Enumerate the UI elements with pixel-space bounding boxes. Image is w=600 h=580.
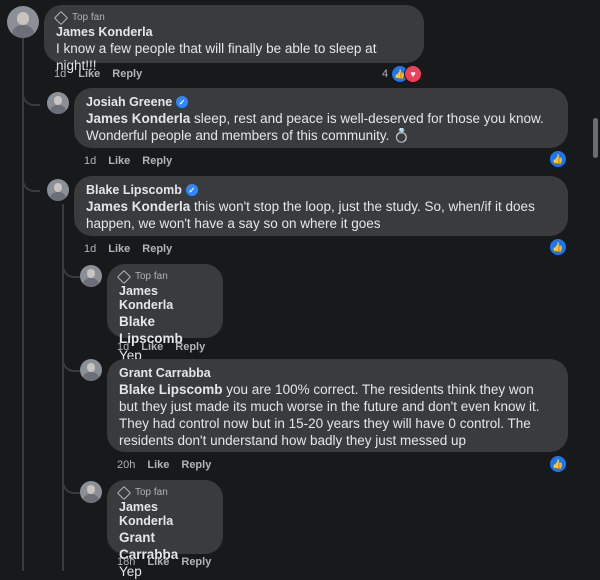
avatar[interactable]: [47, 92, 69, 114]
comment-text: Blake Lipscomb Yep: [119, 314, 183, 363]
top-fan-badge: Top fan: [53, 10, 412, 25]
thumbs-up-icon[interactable]: 👍: [549, 455, 567, 473]
comment-time[interactable]: 18h: [117, 556, 135, 568]
mention[interactable]: James Konderla: [86, 199, 190, 214]
like-button[interactable]: Like: [147, 459, 169, 471]
thumbs-up-icon[interactable]: 👍: [549, 238, 567, 256]
comment-bubble: Grant Carrabba Blake Lipscomb you are 10…: [107, 359, 568, 452]
comment-author[interactable]: Blake Lipscomb ✓: [86, 183, 556, 197]
reply-button[interactable]: Reply: [175, 341, 205, 353]
comment-author[interactable]: James Konderla: [119, 284, 211, 312]
avatar[interactable]: [80, 359, 102, 381]
verified-badge-icon: ✓: [176, 96, 189, 108]
reaction-count[interactable]: 4: [382, 68, 388, 80]
top-fan-badge: Top fan: [116, 269, 211, 284]
comment-actions: 20h Like Reply: [117, 459, 211, 471]
avatar[interactable]: [7, 6, 39, 38]
reply-button[interactable]: Reply: [181, 459, 211, 471]
comment-text: James Konderla sleep, rest and peace is …: [86, 111, 544, 143]
avatar[interactable]: [80, 265, 102, 287]
scrollbar[interactable]: [593, 118, 598, 158]
avatar[interactable]: [80, 481, 102, 503]
thread-curve: [22, 86, 40, 106]
comment-time[interactable]: 1d: [117, 341, 129, 353]
comment-bubble: Blake Lipscomb ✓ James Konderla this won'…: [74, 176, 568, 236]
comment-actions: 1d Like Reply: [84, 243, 172, 255]
comment-bubble: Josiah Greene ✓ James Konderla sleep, res…: [74, 88, 568, 148]
comment-actions: 1d Like Reply: [117, 341, 205, 353]
comment-time[interactable]: 1d: [84, 243, 96, 255]
like-button[interactable]: Like: [108, 155, 130, 167]
like-button[interactable]: Like: [147, 556, 169, 568]
comment-actions: 1d Like Reply: [54, 68, 142, 80]
heart-icon[interactable]: ♥: [404, 65, 422, 83]
diamond-icon: [116, 269, 132, 284]
comment-bubble: Top fan James Konderla Grant Carrabba Yep: [107, 480, 223, 579]
comment-bubble: Top fan James Konderla I know a few peop…: [44, 5, 424, 73]
like-button[interactable]: Like: [108, 243, 130, 255]
comment-actions: 1d Like Reply: [84, 155, 172, 167]
avatar[interactable]: [47, 179, 69, 201]
reply-button[interactable]: Reply: [112, 68, 142, 80]
comment-author[interactable]: James Konderla: [119, 500, 211, 528]
mention[interactable]: Blake Lipscomb: [119, 382, 223, 397]
reply-button[interactable]: Reply: [181, 556, 211, 568]
diamond-icon: [53, 10, 69, 25]
thread-curve: [62, 474, 80, 494]
diamond-icon: [116, 485, 132, 500]
comment-text: James Konderla this won't stop the loop,…: [86, 199, 535, 231]
comment-time[interactable]: 1d: [84, 155, 96, 167]
comment-time[interactable]: 20h: [117, 459, 135, 471]
comment-text: Grant Carrabba Yep: [119, 530, 179, 579]
verified-badge-icon: ✓: [185, 184, 198, 196]
top-fan-badge: Top fan: [116, 485, 211, 500]
comment-time[interactable]: 1d: [54, 68, 66, 80]
thumbs-up-icon[interactable]: 👍: [549, 150, 567, 168]
reply-button[interactable]: Reply: [142, 243, 172, 255]
thread-curve: [62, 352, 80, 372]
comment-actions: 18h Like Reply: [117, 556, 211, 568]
comment-author[interactable]: James Konderla: [56, 25, 412, 39]
comment-author[interactable]: Grant Carrabba: [119, 366, 556, 380]
reply-button[interactable]: Reply: [142, 155, 172, 167]
thread-curve: [62, 258, 80, 278]
like-button[interactable]: Like: [141, 341, 163, 353]
thread-line-root: [22, 38, 24, 571]
comment-bubble: Top fan James Konderla Blake Lipscomb Yep: [107, 264, 223, 363]
comment-text: Blake Lipscomb you are 100% correct. The…: [119, 382, 540, 448]
thread-curve: [22, 172, 40, 192]
like-button[interactable]: Like: [78, 68, 100, 80]
comment-author[interactable]: Josiah Greene ✓: [86, 95, 556, 109]
mention[interactable]: James Konderla: [86, 111, 190, 126]
